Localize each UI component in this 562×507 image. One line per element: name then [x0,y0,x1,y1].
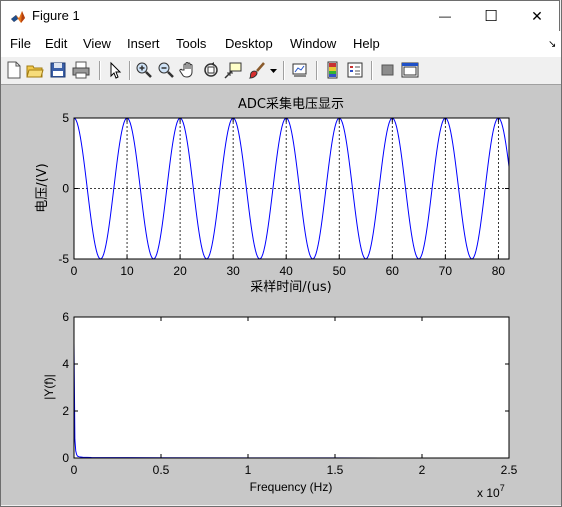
y-tick-label: 0 [62,451,69,465]
axes-2-x-multiplier-base: x 10 [477,486,500,500]
link-plot-icon[interactable] [291,61,309,79]
axes-2-xlabel: Frequency (Hz) [250,480,333,494]
y-tick-label: 4 [62,357,69,371]
minimize-button[interactable]: — [422,1,468,31]
x-tick-label: 0 [71,264,78,278]
axes-2-x-multiplier-exponent: 7 [500,483,505,493]
maximize-icon: ☐ [484,8,498,25]
y-tick-label: 5 [62,111,69,125]
zoom-in-icon[interactable] [135,61,153,79]
x-tick-label: 30 [226,264,240,278]
axes-1-ylabel: 电压/(V) [35,163,50,212]
rotate-3d-icon[interactable] [202,61,220,79]
toolbar-separator [99,61,101,80]
menu-window[interactable]: Window [290,36,336,51]
matlab-logo-icon [11,11,25,23]
x-tick-label: 2 [419,463,426,477]
hide-plot-tools-icon[interactable] [379,61,397,79]
axes-2-ylabel: |Y(f)| [42,374,56,400]
figure-plot-area: 0 10 20 30 40 50 60 70 80 -505 ADC采集电压显示 采样时间/(u… [35,96,518,500]
edit-plot-arrow-icon[interactable] [106,61,124,79]
x-tick-label: 10 [120,264,134,278]
menu-tools[interactable]: Tools [176,36,206,51]
show-plot-tools-icon[interactable] [401,61,419,79]
y-tick-label: 0 [62,182,69,196]
minimize-icon: — [439,9,451,23]
y-tick-label: 6 [62,310,69,324]
toolbar-separator [371,61,373,80]
x-tick-label: 20 [173,264,187,278]
close-button[interactable]: ✕ [514,1,560,31]
window-title: Figure 1 [32,8,80,23]
axes-1[interactable]: 0 10 20 30 40 50 60 70 80 -505 ADC采集电压显示 采样时间/(u… [35,96,510,295]
axes-1-title: ADC采集电压显示 [238,96,344,112]
brush-icon[interactable] [248,61,266,79]
axes-2[interactable]: 0 0.5 1 1.5 2 2.5 0246 Frequency (Hz) |Y(f)| … [42,310,518,500]
insert-colorbar-icon[interactable] [324,61,342,79]
menu-bar: File Edit View Insert Tools Desktop Wind… [0,31,562,57]
print-icon[interactable] [72,61,90,79]
axes-1-xlabel: 采样时间/(us) [250,280,332,295]
window-frame-left [0,0,1,507]
toolbar-separator [129,61,131,80]
save-icon[interactable] [49,61,67,79]
menu-edit[interactable]: Edit [45,36,67,51]
zoom-out-icon[interactable] [157,61,175,79]
menu-help[interactable]: Help [353,36,380,51]
x-tick-label: 70 [439,264,453,278]
new-figure-icon[interactable] [5,61,23,79]
toolbar-separator [283,61,285,80]
figure-canvas: 0 10 20 30 40 50 60 70 80 -5 0 5 ADC采集电压显示 采样时间/(u… [1,85,561,505]
open-file-icon[interactable] [26,61,44,79]
maximize-button[interactable]: ☐ [468,1,514,31]
x-tick-label: 60 [386,264,400,278]
data-cursor-icon[interactable] [224,61,242,79]
x-tick-label: 2.5 [501,463,518,477]
figure-toolbar [0,57,562,85]
x-tick-label: 1.5 [327,463,344,477]
axes-2-background [74,317,509,458]
x-tick-label: 40 [280,264,294,278]
x-tick-label: 80 [492,264,506,278]
menu-overflow-icon[interactable]: ↘ [548,39,556,50]
axes-2-x-multiplier: x 107 [477,483,505,500]
insert-legend-icon[interactable] [346,61,364,79]
menu-insert[interactable]: Insert [127,36,160,51]
close-icon: ✕ [531,7,543,24]
menu-file[interactable]: File [10,36,31,51]
brush-dropdown-icon[interactable] [269,61,278,79]
x-tick-label: 1 [245,463,252,477]
toolbar-separator [316,61,318,80]
x-tick-label: 0 [71,463,78,477]
pan-hand-icon[interactable] [179,61,197,79]
menu-view[interactable]: View [83,36,111,51]
menu-desktop[interactable]: Desktop [225,36,273,51]
window-titlebar: Figure 1 — ☐ ✕ [0,0,560,31]
x-tick-label: 50 [333,264,347,278]
y-tick-label: 2 [62,404,69,418]
y-tick-label: -5 [58,252,69,266]
x-tick-label: 0.5 [153,463,170,477]
